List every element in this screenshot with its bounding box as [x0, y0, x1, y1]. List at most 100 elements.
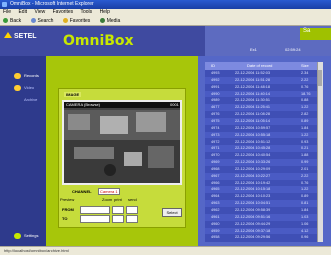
cell-date: 22-12-2004 11:48:18 — [235, 84, 270, 89]
sidebar-item-label: Video Archive — [24, 85, 38, 102]
select-button[interactable]: Select — [162, 208, 182, 217]
table-row[interactable]: 4992 22-12-2004 11:51:28 2.22 — [205, 76, 317, 84]
table-row[interactable]: 4964 22-12-2004 10:10:23 0.89 — [205, 193, 317, 200]
channel-label: CHANNEL — [72, 189, 92, 194]
from-label: FROM — [62, 207, 74, 212]
cell-size: 2.22 — [301, 173, 309, 178]
menu-help[interactable]: Help — [100, 9, 110, 15]
image-tab[interactable]: IMAGE — [64, 92, 82, 97]
table-row[interactable]: 4976 22-12-2004 11:08:28 2.82 — [205, 111, 317, 118]
media-icon — [99, 18, 105, 24]
table-row[interactable]: 4993 22-12-2004 11:52:03 2.34 — [205, 70, 317, 77]
cell-id: 4968 — [211, 166, 220, 171]
sidebar-item-settings[interactable]: Settings — [0, 230, 46, 242]
cell-id: 4964 — [211, 194, 220, 199]
menu-file[interactable]: File — [3, 9, 11, 15]
cell-size: 2.34 — [301, 71, 309, 75]
cell-date: 22-12-2004 10:33:26 — [235, 160, 271, 165]
app-title: OmniBox — [63, 33, 134, 49]
to-hour-field[interactable] — [112, 215, 124, 223]
table-row[interactable]: 4962 22-12-2004 09:58:39 1.84 — [205, 207, 317, 214]
table-row[interactable]: 4991 22-12-2004 11:48:18 0.76 — [205, 84, 317, 91]
cell-size: 2.22 — [301, 77, 309, 82]
cell-date: 22-12-2004 10:40:54 — [235, 153, 271, 158]
favorites-button[interactable]: Favorites — [62, 18, 95, 24]
cell-date: 22-12-2004 10:15:18 — [235, 187, 271, 192]
table-row[interactable]: 4677 22-12-2004 11:25:41 1.22 — [205, 104, 317, 112]
table-row[interactable]: 4974 22-12-2004 10:59:57 1.84 — [205, 125, 317, 132]
table-row[interactable]: 4965 22-12-2004 10:15:18 1.22 — [205, 186, 317, 194]
to-minute-field[interactable] — [126, 215, 138, 223]
table-row[interactable]: 4973 22-12-2004 10:55:18 1.22 — [205, 131, 317, 139]
table-row[interactable]: 4966 22-12-2004 10:19:42 0.76 — [205, 180, 317, 187]
media-label: Media — [106, 18, 121, 24]
table-row[interactable]: 4961 22-12-2004 09:51:16 1.03 — [205, 213, 317, 221]
sidebar-item-video-archive[interactable]: Video Archive — [0, 82, 46, 102]
table-row[interactable]: 4989 22-12-2004 11:30:51 0.88 — [205, 97, 317, 104]
menu-edit[interactable]: Edit — [18, 9, 27, 15]
cell-date: 22-12-2004 11:40:14 — [235, 91, 270, 96]
cell-date: 22-12-2004 10:04:51 — [235, 201, 271, 206]
cell-size: 0.93 — [301, 139, 309, 144]
cell-id: 4990 — [211, 91, 220, 96]
cell-id: 4969 — [211, 160, 220, 165]
send-button[interactable]: send — [128, 197, 137, 202]
scrollbar-thumb[interactable] — [318, 70, 322, 86]
cell-date: 22-12-2004 10:19:42 — [235, 180, 271, 185]
table-row[interactable]: 4958 22-12-2004 09:29:56 0.96 — [205, 234, 317, 241]
table-row[interactable]: 4970 22-12-2004 10:40:54 1.88 — [205, 152, 317, 159]
logo-text: SETEL — [14, 33, 37, 40]
table-row[interactable]: 4967 22-12-2004 10:22:27 2.22 — [205, 172, 317, 180]
logo-mark-icon — [4, 32, 12, 38]
camera-video[interactable] — [62, 100, 182, 185]
back-button[interactable]: Back — [3, 18, 25, 24]
menu-favorites[interactable]: Favorites — [53, 9, 74, 15]
table-scrollbar[interactable] — [317, 62, 323, 242]
sidebar-item-records[interactable]: Records — [0, 70, 46, 82]
media-button[interactable]: Media — [99, 18, 125, 24]
column-header-id[interactable]: ID — [211, 62, 215, 70]
table-row[interactable]: 4990 22-12-2004 11:40:14 18.76 — [205, 90, 317, 98]
cell-size: 1.84 — [301, 208, 309, 212]
search-button[interactable]: Search — [30, 18, 58, 24]
preview-button[interactable]: Preview — [60, 197, 74, 202]
column-header-date[interactable]: Date of record — [247, 62, 272, 70]
table-row[interactable]: 4960 22-12-2004 09:44:29 1.06 — [205, 221, 317, 228]
ie-icon — [2, 2, 7, 7]
video-icon — [14, 85, 21, 91]
header-button-exit[interactable]: Ex1 — [250, 47, 257, 52]
from-date-field[interactable] — [80, 206, 110, 214]
menu-view[interactable]: View — [34, 9, 45, 15]
table-row[interactable]: 4972 22-12-2004 10:51:12 0.93 — [205, 139, 317, 146]
table-row[interactable]: 4975 22-12-2004 11:05:14 0.89 — [205, 117, 317, 125]
table-row[interactable]: 4963 22-12-2004 10:04:51 0.81 — [205, 200, 317, 207]
from-hour-field[interactable] — [112, 206, 124, 214]
sidebar-item-label: Records — [24, 73, 39, 78]
cell-id: 4971 — [211, 146, 220, 151]
window-title-bar: OmniBox - Microsoft Internet Explorer — [0, 0, 331, 9]
table-row[interactable]: 4969 22-12-2004 10:33:26 0.99 — [205, 159, 317, 166]
cell-date: 22-12-2004 11:30:51 — [235, 98, 270, 103]
table-row[interactable]: 4971 22-12-2004 10:45:28 0.21 — [205, 145, 317, 153]
cell-size: 4.12 — [301, 228, 309, 233]
table-row[interactable]: 4968 22-12-2004 10:29:09 2.01 — [205, 166, 317, 173]
star-icon — [62, 18, 68, 24]
print-button[interactable]: print — [114, 197, 122, 202]
column-header-size[interactable]: Size — [301, 62, 309, 70]
zoom-button[interactable]: Zoom — [102, 197, 112, 202]
cell-size: 0.89 — [301, 118, 309, 123]
to-date-field[interactable] — [80, 215, 110, 223]
company-logo: SETEL — [4, 32, 44, 42]
menu-tools[interactable]: Tools — [80, 9, 92, 15]
channel-select[interactable]: Camera 1 — [98, 188, 120, 195]
cell-date: 22-12-2004 10:55:18 — [235, 132, 271, 137]
from-minute-field[interactable] — [126, 206, 138, 214]
cell-date: 22-12-2004 10:29:09 — [235, 166, 271, 171]
cell-id: 4958 — [211, 235, 220, 240]
cell-id: 4975 — [211, 118, 220, 123]
cell-size: 0.99 — [301, 160, 309, 165]
cell-date: 22-12-2004 10:45:28 — [235, 146, 271, 151]
cell-id: 4960 — [211, 221, 220, 226]
cell-id: 4992 — [211, 77, 220, 82]
table-row[interactable]: 4959 22-12-2004 09:37:18 4.12 — [205, 227, 317, 235]
